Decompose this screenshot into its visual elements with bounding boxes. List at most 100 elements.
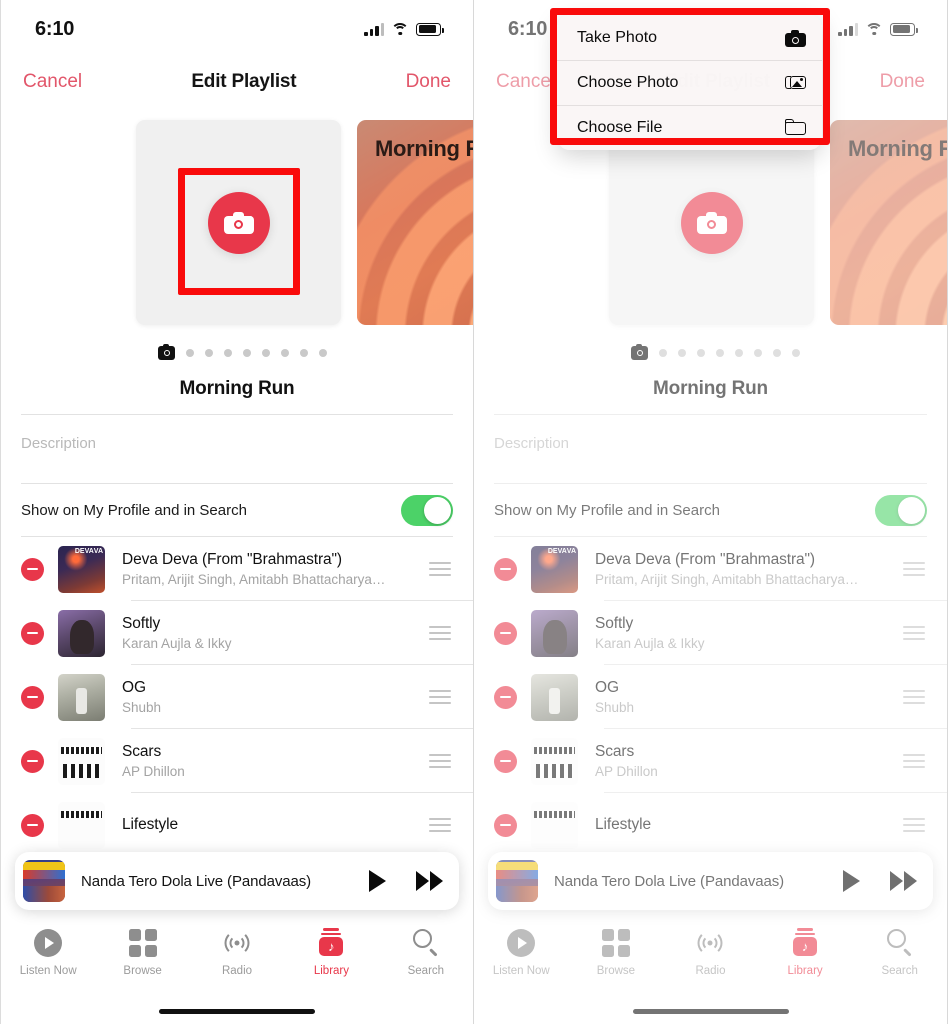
screenshot-stage: 6:10 Cancel Edit Playlist Done Morning M… <box>0 0 948 1024</box>
song-title: Scars <box>122 743 429 761</box>
nav-bar: Cancel Edit Playlist Done <box>1 58 473 106</box>
reorder-handle-icon[interactable] <box>429 626 451 640</box>
camera-button[interactable] <box>208 192 270 254</box>
folder-icon <box>785 118 807 138</box>
page-dot[interactable] <box>319 349 327 357</box>
tab-bar: Listen Now Browse Radio ♪ Library Search <box>1 920 473 996</box>
mini-player[interactable]: Nanda Tero Dola Live (Pandavaas) <box>15 852 459 910</box>
song-text: Deva Deva (From "Brahmastra") Pritam, Ar… <box>122 551 429 587</box>
menu-item-take-photo[interactable]: Take Photo <box>557 15 822 60</box>
menu-item-choose-file[interactable]: Choose File <box>557 105 822 150</box>
menu-item-label: Choose File <box>577 119 662 137</box>
now-playing-title: Nanda Tero Dola Live (Pandavaas) <box>81 873 369 890</box>
song-text: Scars AP Dhillon <box>122 743 429 779</box>
camera-page-dot-icon[interactable] <box>158 346 175 360</box>
song-row[interactable]: Softly Karan Aujla & Ikky <box>1 601 473 665</box>
reorder-handle-icon[interactable] <box>429 562 451 576</box>
cellular-signal-icon <box>364 23 384 36</box>
page-dot[interactable] <box>262 349 270 357</box>
remove-song-button[interactable] <box>21 686 44 709</box>
cancel-button[interactable]: Cancel <box>23 71 82 93</box>
left-phone-panel: 6:10 Cancel Edit Playlist Done Morning M… <box>0 0 474 1024</box>
artwork-carousel[interactable]: Morning Run <box>1 120 473 332</box>
song-artist: AP Dhillon <box>122 764 429 779</box>
carousel-page-dots[interactable] <box>1 346 473 360</box>
radio-icon <box>222 930 252 956</box>
camera-icon <box>785 28 807 48</box>
song-text: Lifestyle <box>122 816 429 834</box>
album-art <box>58 802 105 849</box>
page-dot[interactable] <box>224 349 232 357</box>
context-menu[interactable]: Take Photo Choose Photo Choose File <box>557 15 822 150</box>
menu-dim-overlay[interactable] <box>474 0 947 1024</box>
page-dot[interactable] <box>205 349 213 357</box>
song-artist: Shubh <box>122 700 429 715</box>
menu-item-label: Choose Photo <box>577 74 678 92</box>
tab-browse[interactable]: Browse <box>95 928 189 977</box>
camera-icon <box>224 212 254 234</box>
status-clock: 6:10 <box>35 18 74 41</box>
remove-song-button[interactable] <box>21 558 44 581</box>
menu-item-choose-photo[interactable]: Choose Photo <box>557 60 822 105</box>
tab-label: Listen Now <box>20 965 77 977</box>
song-title: Deva Deva (From "Brahmastra") <box>122 551 429 569</box>
album-art <box>58 546 105 593</box>
remove-song-button[interactable] <box>21 622 44 645</box>
battery-icon <box>416 23 441 36</box>
search-icon <box>413 929 439 955</box>
song-title: OG <box>122 679 429 697</box>
remove-song-button[interactable] <box>21 814 44 837</box>
page-title: Edit Playlist <box>191 71 296 93</box>
page-dot[interactable] <box>243 349 251 357</box>
song-row[interactable]: Lifestyle <box>1 793 473 857</box>
home-indicator <box>159 1009 315 1015</box>
remove-song-button[interactable] <box>21 750 44 773</box>
artwork-card-label: Morning Run <box>375 136 474 162</box>
status-bar: 6:10 <box>1 0 473 58</box>
show-on-profile-toggle[interactable] <box>401 495 453 526</box>
tab-radio[interactable]: Radio <box>190 928 284 977</box>
fast-forward-button[interactable] <box>416 871 443 891</box>
artwork-placeholder-card[interactable] <box>136 120 341 325</box>
tab-listen-now[interactable]: Listen Now <box>1 928 95 977</box>
reorder-handle-icon[interactable] <box>429 754 451 768</box>
album-art <box>58 674 105 721</box>
menu-item-label: Take Photo <box>577 29 657 47</box>
tab-library[interactable]: ♪ Library <box>284 928 378 977</box>
page-dot[interactable] <box>281 349 289 357</box>
song-row[interactable]: OG Shubh <box>1 665 473 729</box>
song-list: Deva Deva (From "Brahmastra") Pritam, Ar… <box>1 537 473 857</box>
artwork-gradient-card[interactable]: Morning Run <box>357 120 474 325</box>
page-dot[interactable] <box>186 349 194 357</box>
song-text: OG Shubh <box>122 679 429 715</box>
right-phone-panel: 6:10 Cancel Edit Playlist Done <box>474 0 948 1024</box>
tab-label: Radio <box>222 965 252 977</box>
playlist-name-input[interactable]: Morning Run <box>1 378 473 414</box>
play-button[interactable] <box>369 870 386 892</box>
reorder-handle-icon[interactable] <box>429 818 451 832</box>
library-icon: ♪ <box>319 928 343 956</box>
album-art <box>58 610 105 657</box>
song-row[interactable]: Deva Deva (From "Brahmastra") Pritam, Ar… <box>1 537 473 601</box>
page-dot[interactable] <box>300 349 308 357</box>
tab-label: Search <box>408 965 444 977</box>
song-row[interactable]: Scars AP Dhillon <box>1 729 473 793</box>
show-on-profile-row[interactable]: Show on My Profile and in Search <box>1 484 473 536</box>
song-artist: Pritam, Arijit Singh, Amitabh Bhattachar… <box>122 572 429 587</box>
status-icons <box>364 23 441 36</box>
tab-search[interactable]: Search <box>379 928 473 977</box>
reorder-handle-icon[interactable] <box>429 690 451 704</box>
wifi-icon <box>391 23 409 36</box>
listen-now-icon <box>34 929 62 957</box>
description-input[interactable]: Description <box>1 415 473 483</box>
show-on-profile-label: Show on My Profile and in Search <box>21 502 247 519</box>
done-button[interactable]: Done <box>406 71 451 93</box>
song-text: Softly Karan Aujla & Ikky <box>122 615 429 651</box>
tab-label: Library <box>314 965 349 977</box>
song-title: Softly <box>122 615 429 633</box>
album-art <box>58 738 105 785</box>
photos-icon <box>785 73 807 93</box>
song-artist: Karan Aujla & Ikky <box>122 636 429 651</box>
browse-icon <box>129 929 157 957</box>
song-title: Lifestyle <box>122 816 429 834</box>
